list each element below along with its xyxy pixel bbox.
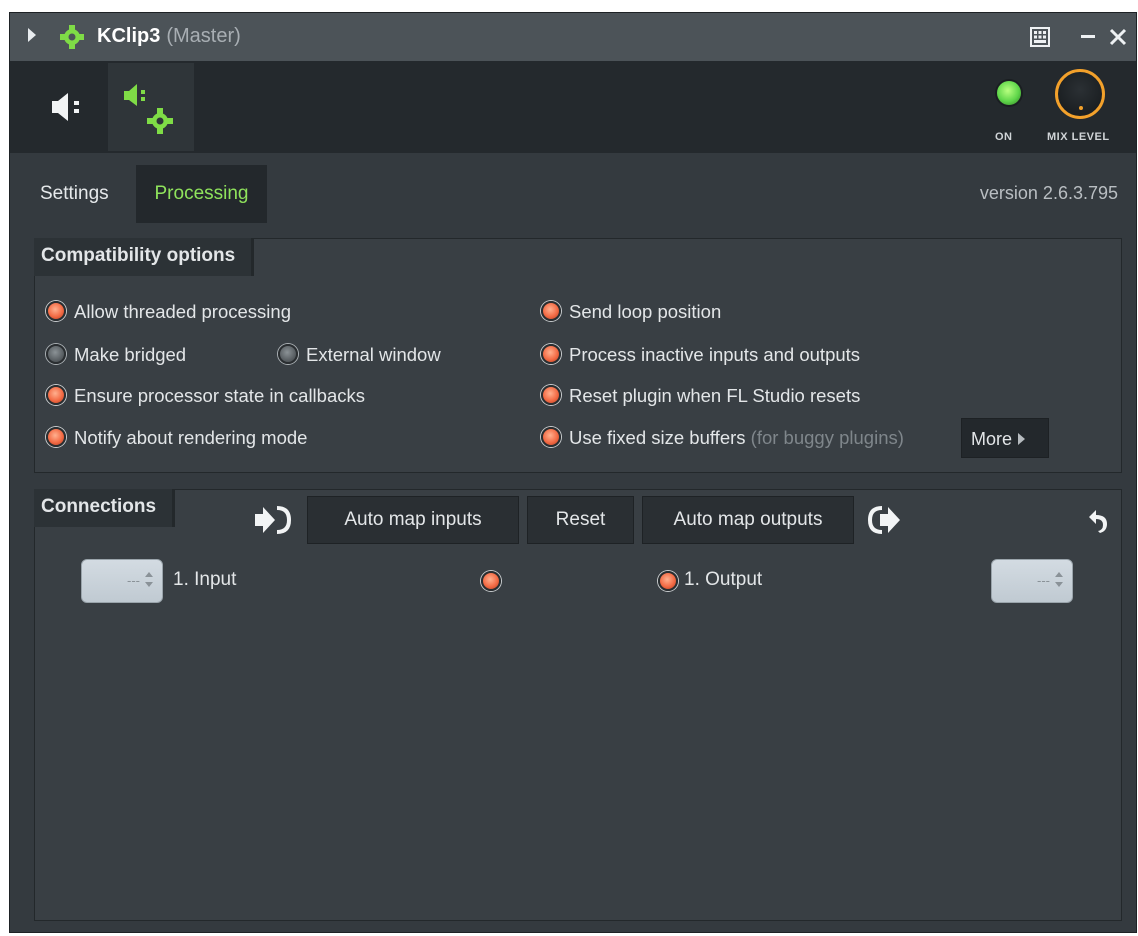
spinner-down-icon[interactable] [145, 582, 153, 587]
option-label: External window [306, 344, 441, 365]
plugin-target: (Master) [166, 25, 241, 47]
auto-map-outputs-button[interactable]: Auto map outputs [642, 496, 854, 544]
spinner-up-icon[interactable] [1055, 572, 1063, 577]
input-spinner-value: --- [127, 573, 140, 588]
option-notify-rendering-mode[interactable]: Notify about rendering mode [46, 424, 307, 452]
option-label: Allow threaded processing [74, 301, 291, 322]
output-arrow-icon [867, 506, 900, 534]
option-fixed-size-buffers[interactable]: Use fixed size buffers (for buggy plugin… [541, 424, 904, 452]
option-allow-threaded-processing[interactable]: Allow threaded processing [46, 298, 291, 326]
auto-map-inputs-button[interactable]: Auto map inputs [307, 496, 519, 544]
led-on-icon[interactable] [46, 385, 66, 406]
mix-level-knob[interactable] [1055, 69, 1105, 119]
led-off-icon[interactable] [278, 344, 298, 365]
plugin-gear-icon [60, 25, 84, 49]
connections-title: Connections [34, 489, 176, 527]
option-label: Make bridged [74, 344, 187, 365]
option-label: Process inactive inputs and outputs [569, 344, 861, 365]
tab-settings[interactable]: Settings [40, 165, 109, 223]
output-spinner-value: --- [1037, 573, 1050, 588]
connection-led-icon[interactable] [481, 571, 501, 591]
window-title: KClip3 (Master) [97, 25, 241, 48]
option-external-window[interactable]: External window [278, 341, 441, 369]
led-on-icon[interactable] [541, 301, 561, 322]
more-label: More [971, 429, 1013, 449]
option-send-loop-position[interactable]: Send loop position [541, 298, 721, 326]
title-bar[interactable]: KClip3 (Master) [10, 13, 1136, 61]
connections-group: Connections [34, 489, 1122, 921]
reset-button[interactable]: Reset [527, 496, 634, 544]
led-on-icon[interactable] [541, 427, 561, 448]
close-icon[interactable] [1104, 23, 1132, 51]
plugin-name: KClip3 [97, 25, 161, 47]
input-arrow-icon [255, 506, 292, 534]
input-label: 1. Input [173, 569, 237, 590]
led-on-icon[interactable] [541, 385, 561, 406]
mix-level-label: MIX LEVEL [1047, 131, 1110, 143]
option-process-inactive-io[interactable]: Process inactive inputs and outputs [541, 341, 860, 369]
plugin-header: ON MIX LEVEL [10, 61, 1136, 153]
option-label: Send loop position [569, 301, 722, 322]
output-label: 1. Output [684, 569, 763, 590]
keyboard-icon[interactable] [1026, 23, 1054, 51]
led-on-icon[interactable] [46, 427, 66, 448]
minimize-icon[interactable] [1074, 23, 1102, 51]
led-on-icon[interactable] [46, 301, 66, 322]
option-note: (for buggy plugins) [750, 427, 904, 448]
option-ensure-processor-state[interactable]: Ensure processor state in callbacks [46, 382, 365, 410]
compatibility-options-title: Compatibility options [34, 238, 255, 276]
undo-icon[interactable] [1086, 508, 1110, 534]
more-button[interactable]: More [961, 418, 1049, 458]
on-indicator-led[interactable] [997, 81, 1021, 105]
plugin-wrapper-settings-icon[interactable] [108, 63, 194, 151]
version-label: version 2.6.3.795 [979, 183, 1118, 203]
output-channel-spinner[interactable]: --- [991, 559, 1073, 603]
more-arrow-icon [1018, 433, 1026, 446]
led-on-icon[interactable] [541, 344, 561, 365]
spinner-up-icon[interactable] [145, 572, 153, 577]
option-label: Use fixed size buffers [569, 427, 746, 448]
plugin-speaker-icon[interactable] [22, 63, 108, 151]
on-label: ON [995, 131, 1013, 143]
option-make-bridged[interactable]: Make bridged [46, 341, 186, 369]
input-channel-spinner[interactable]: --- [81, 559, 163, 603]
knob-indicator [1079, 106, 1083, 110]
output-led-icon[interactable] [658, 571, 678, 591]
spinner-down-icon[interactable] [1055, 582, 1063, 587]
plugin-window: KClip3 (Master) ON MIX LEVEL Settings Pr… [9, 12, 1137, 933]
expand-arrow-icon[interactable] [28, 28, 36, 42]
option-reset-plugin[interactable]: Reset plugin when FL Studio resets [541, 382, 860, 410]
option-label: Notify about rendering mode [74, 427, 308, 448]
led-off-icon[interactable] [46, 344, 66, 365]
option-label: Reset plugin when FL Studio resets [569, 385, 861, 406]
option-label: Ensure processor state in callbacks [74, 385, 365, 406]
tab-processing[interactable]: Processing [136, 165, 267, 223]
